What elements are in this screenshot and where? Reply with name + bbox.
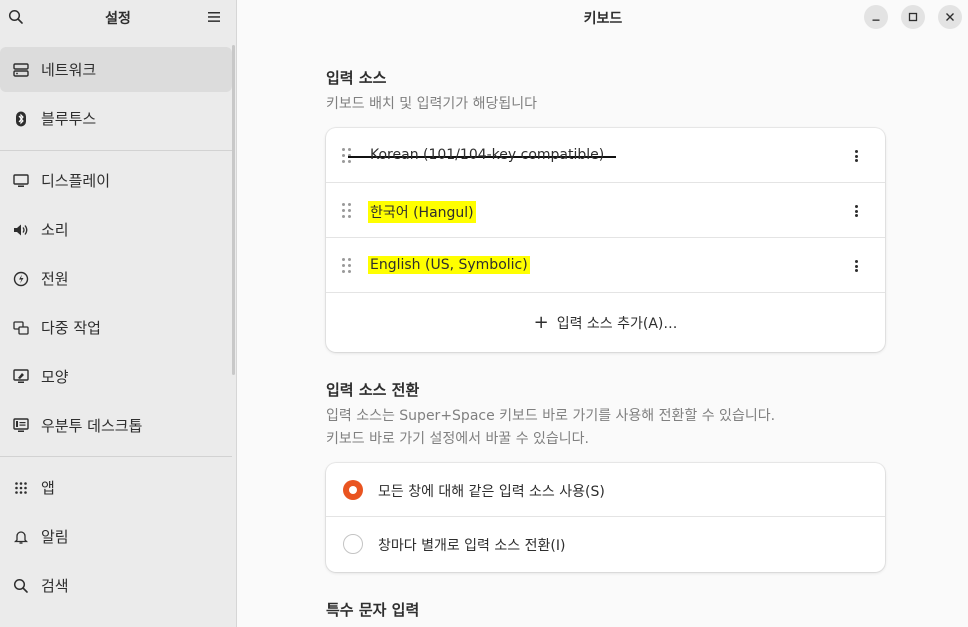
sidebar-item-label: 앱 [41, 479, 55, 497]
main-panel: 키보드 입력 소스 키보드 배치 및 입력기가 해당됩니다 Korean (10… [238, 0, 968, 627]
switching-options: 모든 창에 대해 같은 입력 소스 사용(S) 창마다 별개로 입력 소스 전환… [326, 463, 885, 572]
switching-description-line1: 입력 소스는 Super+Space 키보드 바로 가기를 사용해 전환할 수 … [326, 408, 776, 424]
more-options-icon[interactable] [853, 202, 859, 220]
sidebar-item-label: 우분투 데스크톱 [41, 417, 143, 435]
sidebar-item-power[interactable]: 전원 [0, 256, 232, 301]
input-sources-title: 입력 소스 [326, 69, 387, 87]
sidebar-item-label: 전원 [41, 270, 69, 288]
hamburger-menu-icon[interactable] [204, 7, 224, 27]
sidebar-item-notifications[interactable]: 알림 [0, 514, 232, 559]
sidebar-item-label: 디스플레이 [41, 172, 111, 190]
sidebar-item-label: 블루투스 [41, 110, 97, 128]
radio-button-selected[interactable] [343, 480, 363, 500]
close-button[interactable] [938, 5, 962, 29]
sidebar-item-label: 알림 [41, 528, 69, 546]
sidebar-divider [0, 456, 232, 457]
sidebar-header: 설정 [0, 0, 236, 35]
input-source-label: Korean (101/104-key compatible) [370, 147, 605, 163]
add-input-source-button[interactable]: + 입력 소스 추가(A)… [326, 293, 885, 352]
bell-icon [12, 528, 30, 546]
display-icon [12, 172, 30, 190]
ubuntu-desktop-icon [12, 417, 30, 435]
more-options-icon[interactable] [853, 147, 859, 165]
radio-option-same-source[interactable]: 모든 창에 대해 같은 입력 소스 사용(S) [326, 463, 885, 517]
power-icon [12, 270, 30, 288]
sidebar-item-ubuntu-desktop[interactable]: 우분투 데스크톱 [0, 403, 232, 448]
input-sources-list: Korean (101/104-key compatible) 한국어 (Han… [326, 128, 885, 352]
plus-icon: + [533, 311, 549, 333]
apps-grid-icon [12, 479, 30, 497]
drag-handle-icon[interactable] [342, 258, 352, 274]
sidebar-scrollbar[interactable] [232, 45, 235, 375]
sidebar-item-label: 네트워크 [41, 61, 97, 79]
special-characters-title: 특수 문자 입력 [326, 601, 420, 619]
sidebar-item-network[interactable]: 네트워크 [0, 47, 232, 92]
search-icon [12, 577, 30, 595]
sidebar-item-apps[interactable]: 앱 [0, 465, 232, 510]
close-icon [946, 13, 954, 21]
switching-title: 입력 소스 전환 [326, 381, 420, 399]
drag-handle-icon[interactable] [342, 203, 352, 219]
sidebar-divider [0, 150, 232, 151]
multitasking-icon [12, 319, 30, 337]
input-source-label: English (US, Symbolic) [368, 256, 530, 274]
sidebar-item-bluetooth[interactable]: 블루투스 [0, 96, 232, 141]
sidebar-item-label: 모양 [41, 368, 69, 386]
radio-button[interactable] [343, 534, 363, 554]
speaker-icon [12, 221, 30, 239]
input-source-row[interactable]: English (US, Symbolic) [326, 238, 885, 293]
radio-option-per-window[interactable]: 창마다 별개로 입력 소스 전환(I) [326, 517, 885, 572]
sidebar-item-sound[interactable]: 소리 [0, 207, 232, 252]
maximize-icon [908, 12, 918, 22]
bluetooth-icon [12, 110, 30, 128]
page-title: 키보드 [583, 11, 623, 27]
input-source-row[interactable]: Korean (101/104-key compatible) [326, 128, 885, 183]
sidebar-item-display[interactable]: 디스플레이 [0, 158, 232, 203]
maximize-button[interactable] [901, 5, 925, 29]
minimize-icon [872, 19, 880, 21]
radio-option-label: 모든 창에 대해 같은 입력 소스 사용(S) [378, 484, 605, 500]
more-options-icon[interactable] [853, 257, 859, 275]
sidebar-title: 설정 [105, 11, 131, 27]
switching-description-line2: 키보드 바로 가기 설정에서 바꿀 수 있습니다. [326, 431, 589, 447]
minimize-button[interactable] [864, 5, 888, 29]
appearance-icon [12, 368, 30, 386]
add-input-source-label: 입력 소스 추가(A)… [556, 315, 678, 332]
input-source-label: 한국어 (Hangul) [368, 201, 476, 223]
radio-option-label: 창마다 별개로 입력 소스 전환(I) [378, 538, 566, 554]
sidebar-item-label: 검색 [41, 577, 69, 595]
sidebar-item-appearance[interactable]: 모양 [0, 354, 232, 399]
sidebar-item-label: 다중 작업 [41, 319, 101, 337]
sidebar: 설정 네트워크 블루투스 디스플레이 소리 전원 다중 작업 모양 우분투 데스… [0, 0, 237, 627]
network-icon [12, 61, 30, 79]
sidebar-item-search[interactable]: 검색 [0, 563, 232, 608]
sidebar-item-multitasking[interactable]: 다중 작업 [0, 305, 232, 350]
input-sources-description: 키보드 배치 및 입력기가 해당됩니다 [326, 96, 537, 112]
sidebar-item-label: 소리 [41, 221, 69, 239]
input-source-row[interactable]: 한국어 (Hangul) [326, 183, 885, 238]
